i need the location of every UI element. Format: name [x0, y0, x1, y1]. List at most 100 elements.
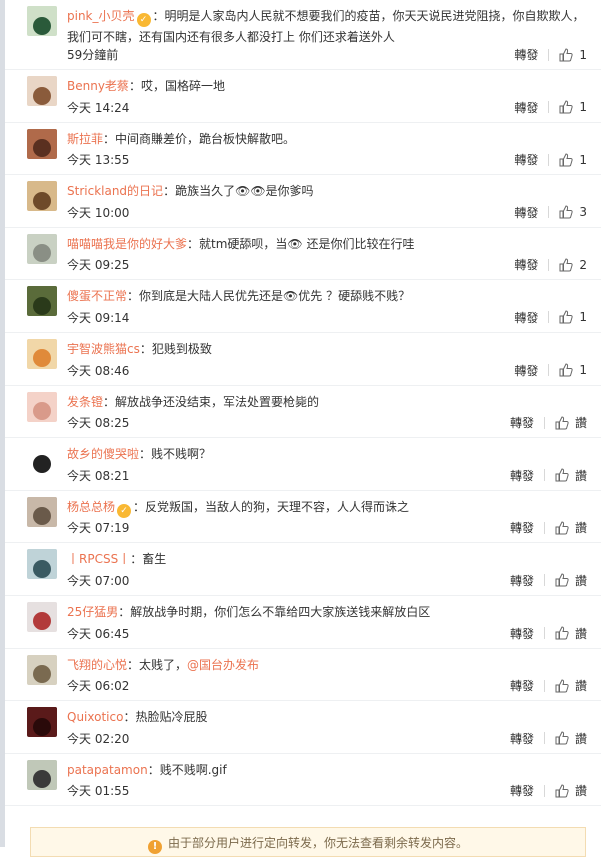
repost-button[interactable]: 轉發 — [514, 204, 538, 221]
comment-username[interactable]: 飞翔的心悦 — [67, 658, 127, 672]
like-button[interactable]: 1 — [559, 310, 587, 324]
comment-text: 跪族当久了👁👁是你爹吗 — [175, 184, 314, 199]
like-button[interactable]: 讚 — [555, 782, 587, 799]
comment-separator: ： — [187, 236, 200, 251]
comment-actions: 轉發 1 — [514, 46, 587, 63]
like-button[interactable]: 3 — [559, 205, 587, 219]
divider — [548, 311, 550, 324]
avatar[interactable] — [27, 759, 57, 790]
thumbs-up-icon — [555, 626, 569, 640]
comment-username[interactable]: 喵喵喵我是你的好大爹 — [67, 237, 187, 251]
thumbs-up-icon — [555, 679, 569, 693]
repost-button[interactable]: 轉發 — [510, 730, 534, 747]
comment-item: Strickland的日记✓：跪族当久了👁👁是你爹吗 今天 10:00 轉發 3 — [5, 175, 601, 228]
repost-button[interactable]: 轉發 — [514, 46, 538, 63]
comment-item: 宇智波熊猫cs✓：犯贱到极致 今天 08:46 轉發 1 — [5, 333, 601, 386]
repost-button[interactable]: 轉發 — [510, 677, 534, 694]
comment-time: 今天 10:00 — [67, 205, 130, 220]
comment-username[interactable]: Strickland的日记 — [67, 184, 163, 198]
avatar[interactable] — [27, 286, 57, 317]
avatar[interactable] — [27, 233, 57, 264]
comment-mention[interactable]: @国台办发布 — [187, 658, 259, 672]
comment-time: 今天 13:55 — [67, 153, 130, 168]
comment-username[interactable]: 宇智波熊猫cs — [67, 342, 140, 356]
like-button[interactable]: 2 — [559, 258, 587, 272]
repost-button[interactable]: 轉發 — [514, 362, 538, 379]
avatar[interactable] — [27, 707, 57, 738]
comment-text: 贱不贱啊？ — [151, 447, 212, 462]
comment-username[interactable]: 发条镫 — [67, 395, 103, 409]
comment-username[interactable]: 斯拉菲 — [67, 132, 103, 146]
avatar[interactable] — [27, 549, 57, 580]
like-button[interactable]: 讚 — [555, 572, 587, 589]
comment-username[interactable]: 丨RPCSS丨 — [67, 552, 130, 566]
avatar[interactable] — [27, 496, 57, 527]
avatar[interactable] — [27, 181, 57, 212]
repost-button[interactable]: 轉發 — [514, 309, 538, 326]
avatar[interactable] — [27, 391, 57, 422]
like-button[interactable]: 1 — [559, 100, 587, 114]
thumbs-up-icon — [559, 47, 573, 61]
divider — [548, 206, 550, 219]
avatar[interactable] — [27, 6, 57, 36]
comment-time: 今天 06:45 — [67, 626, 130, 641]
comment-text: 哎，国格碎一地 — [140, 79, 225, 93]
comment-username[interactable]: 杨总总杨 — [67, 500, 115, 514]
divider — [548, 258, 550, 271]
avatar[interactable] — [27, 601, 57, 632]
comment-separator: ： — [127, 289, 140, 304]
comment-username[interactable]: pink_小贝壳 — [67, 9, 135, 23]
like-count: 讚 — [574, 468, 587, 483]
like-button[interactable]: 1 — [559, 153, 587, 167]
avatar[interactable] — [27, 76, 57, 106]
comment-username[interactable]: Quixotico — [67, 710, 123, 724]
like-button[interactable]: 1 — [559, 363, 587, 377]
like-count: 1 — [579, 47, 587, 62]
comment-body: 飞翔的心悦✓：太贱了，@国台办发布 — [67, 655, 589, 676]
comment-item: 傻蛋不正常✓：你到底是大陆人民优先还是👁优先 ？硬舔贱不贱？ 今天 09:14 … — [5, 280, 601, 333]
comment-username[interactable]: Benny老蔡 — [67, 79, 129, 93]
like-count: 讚 — [574, 731, 587, 746]
like-button[interactable]: 讚 — [555, 730, 587, 747]
thumbs-up-icon — [559, 258, 573, 272]
comment-username[interactable]: 25仔猛男 — [67, 605, 118, 619]
divider — [543, 784, 545, 797]
like-button[interactable]: 讚 — [555, 519, 587, 536]
comment-time: 今天 07:19 — [67, 521, 130, 536]
avatar-figure — [33, 612, 51, 631]
comment-time: 今天 06:02 — [67, 679, 130, 694]
notice-text: 由于部分用户进行定向转发，你无法查看剩余转发内容。 — [167, 836, 468, 850]
comment-username[interactable]: 故乡的傻哭啦 — [67, 447, 139, 461]
repost-button[interactable]: 轉發 — [514, 151, 538, 168]
repost-button[interactable]: 轉發 — [510, 519, 534, 536]
thumbs-up-icon — [555, 784, 569, 798]
repost-button[interactable]: 轉發 — [514, 256, 538, 273]
like-button[interactable]: 讚 — [555, 625, 587, 642]
comment-username[interactable]: patapatamon — [67, 763, 148, 777]
like-count: 1 — [579, 310, 587, 325]
repost-button[interactable]: 轉發 — [510, 782, 534, 799]
like-button[interactable]: 讚 — [555, 677, 587, 694]
avatar[interactable] — [27, 444, 57, 475]
comment-item: patapatamon✓：贱不贱啊.gif 今天 01:55 轉發 讚 — [5, 754, 601, 807]
comment-username[interactable]: 傻蛋不正常 — [67, 289, 127, 303]
like-button[interactable]: 1 — [559, 48, 587, 62]
comment-text: 解放战争时期，你们怎么不靠给四大家族送钱来解放白区 — [130, 604, 431, 619]
repost-button[interactable]: 轉發 — [510, 625, 534, 642]
comment-text: 犯贱到极致 — [151, 341, 212, 356]
thumbs-up-icon — [559, 100, 573, 114]
avatar-figure — [33, 86, 51, 105]
comment-time: 今天 14:24 — [67, 100, 130, 115]
like-button[interactable]: 讚 — [555, 414, 587, 431]
avatar[interactable] — [27, 128, 57, 159]
repost-button[interactable]: 轉發 — [510, 572, 534, 589]
repost-button[interactable]: 轉發 — [510, 467, 534, 484]
thumbs-up-icon — [559, 205, 573, 219]
avatar[interactable] — [27, 654, 57, 685]
avatar[interactable] — [27, 338, 57, 369]
repost-button[interactable]: 轉發 — [510, 414, 534, 431]
like-button[interactable]: 讚 — [555, 467, 587, 484]
like-count: 讚 — [574, 784, 587, 799]
repost-button[interactable]: 轉發 — [514, 99, 538, 116]
avatar-figure — [33, 717, 51, 736]
